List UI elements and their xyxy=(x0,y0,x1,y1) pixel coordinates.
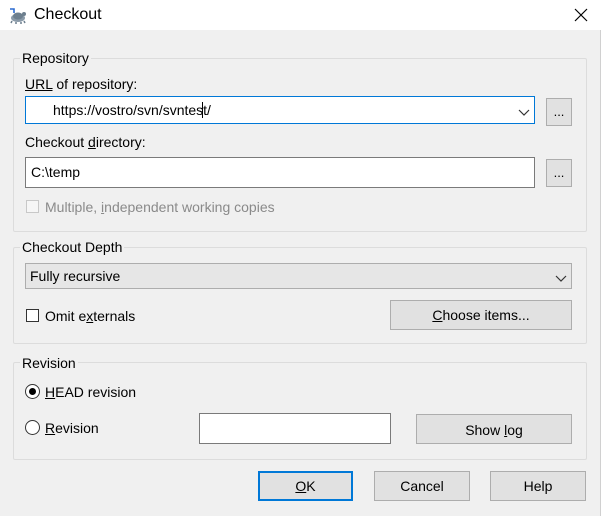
url-browse-button[interactable]: ... xyxy=(546,98,572,126)
checkout-directory-label: Checkout directory: xyxy=(25,134,146,150)
revision-label: Revision xyxy=(45,420,99,436)
revision-radio[interactable] xyxy=(25,420,40,435)
checkout-depth-group-label: Checkout Depth xyxy=(20,239,125,255)
chevron-down-icon xyxy=(555,271,567,287)
url-label: URL of repository: xyxy=(25,76,138,92)
show-log-button[interactable]: Show log xyxy=(416,414,572,444)
close-icon xyxy=(574,8,588,22)
text-caret xyxy=(202,102,203,118)
revision-number-input[interactable] xyxy=(199,413,391,444)
tortoisesvn-icon xyxy=(8,5,28,25)
choose-items-button[interactable]: Choose items... xyxy=(390,300,572,330)
head-revision-radio[interactable] xyxy=(25,384,40,399)
url-input[interactable]: https://vostro/svn/svntest/ xyxy=(25,96,535,124)
checkout-directory-value: C:\temp xyxy=(31,164,81,180)
cancel-button[interactable]: Cancel xyxy=(374,471,470,501)
omit-externals-label: Omit externals xyxy=(45,308,136,324)
checkout-directory-input[interactable]: C:\temp xyxy=(25,157,535,188)
window-title: Checkout xyxy=(34,6,102,23)
depth-dropdown[interactable]: Fully recursive xyxy=(25,263,572,289)
revision-group-label: Revision xyxy=(20,355,78,371)
close-button[interactable] xyxy=(563,0,599,30)
url-value: https://vostro/svn/svntest/ xyxy=(53,102,211,118)
repository-group-label: Repository xyxy=(20,50,91,66)
multiple-copies-label: Multiple, independent working copies xyxy=(45,199,275,215)
directory-browse-button[interactable]: ... xyxy=(546,159,572,187)
chevron-down-icon[interactable] xyxy=(518,105,530,121)
ok-button[interactable]: OK xyxy=(258,471,353,501)
revision-group xyxy=(13,362,587,460)
omit-externals-checkbox[interactable] xyxy=(26,309,39,322)
help-button[interactable]: Help xyxy=(490,471,586,501)
multiple-copies-checkbox[interactable] xyxy=(26,200,39,213)
title-bar: Checkout xyxy=(0,0,605,30)
depth-selected-value: Fully recursive xyxy=(30,268,121,284)
window-edge xyxy=(600,30,605,516)
head-revision-label: HEAD revision xyxy=(45,384,137,400)
